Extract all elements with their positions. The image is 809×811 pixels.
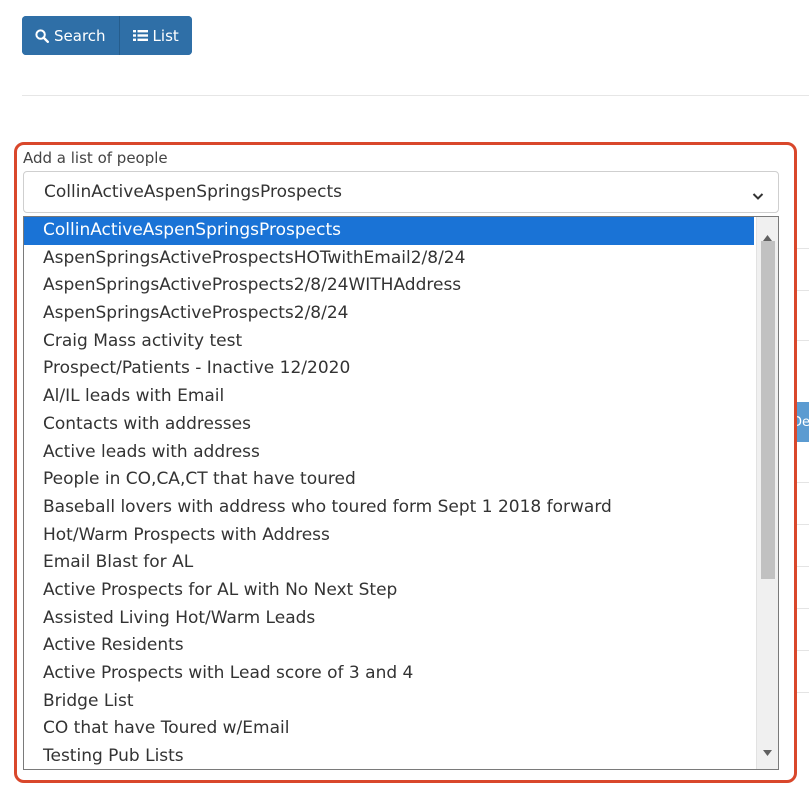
options-list: CollinActiveAspenSpringsProspects AspenSp… <box>24 217 778 769</box>
dropdown-option[interactable]: Email Blast for AL <box>24 549 754 577</box>
dropdown-option[interactable]: AspenSpringsActiveProspectsHOTwithEmail2… <box>24 245 754 273</box>
select-value: CollinActiveAspenSpringsProspects <box>44 182 342 202</box>
list-button[interactable]: List <box>118 16 192 55</box>
search-button-label: Search <box>54 26 106 45</box>
dropdown-option[interactable]: Active Residents <box>24 632 754 660</box>
chevron-down-icon <box>752 186 764 206</box>
search-button[interactable]: Search <box>22 16 119 55</box>
people-list-select[interactable]: CollinActiveAspenSpringsProspects <box>23 171 779 213</box>
list-button-label: List <box>152 26 179 45</box>
add-list-label: Add a list of people <box>23 149 168 167</box>
dropdown-option[interactable]: CollinActiveAspenSpringsProspects <box>24 217 754 245</box>
view-toggle-group: Search List <box>22 16 192 55</box>
dropdown-option[interactable]: Hot/Warm Prospects with Address <box>24 522 754 550</box>
dropdown-option[interactable]: AspenSpringsActiveProspects2/8/24WITHAdd… <box>24 272 754 300</box>
dropdown-option[interactable]: Active leads with address <box>24 439 754 467</box>
dropdown-option[interactable]: Baseball lovers with address who toured … <box>24 494 754 522</box>
dropdown-option[interactable]: Active Prospects for AL with No Next Ste… <box>24 577 754 605</box>
scroll-down-icon[interactable] <box>763 741 772 760</box>
dropdown-option[interactable]: Assisted Living Hot/Warm Leads <box>24 605 754 633</box>
scrollbar-thumb[interactable] <box>761 241 775 579</box>
dropdown-option[interactable]: People in CO,CA,CT that have toured <box>24 466 754 494</box>
dropdown-option[interactable]: Craig Mass activity test <box>24 328 754 356</box>
dropdown-option[interactable]: AspenSpringsActiveProspects2/8/24 <box>24 300 754 328</box>
search-icon <box>35 28 49 43</box>
dropdown-option[interactable]: Prospect/Patients - Inactive 12/2020 <box>24 355 754 383</box>
dropdown-option[interactable]: Testing Pub Lists <box>24 743 754 769</box>
dropdown-option[interactable]: Bridge List <box>24 688 754 716</box>
dropdown-option[interactable]: Al/IL leads with Email <box>24 383 754 411</box>
section-divider <box>22 95 809 96</box>
list-icon <box>132 29 148 42</box>
dropdown-option[interactable]: CO that have Toured w/Email <box>24 715 754 743</box>
dropdown-scrollbar[interactable] <box>756 217 778 769</box>
dropdown-option[interactable]: Contacts with addresses <box>24 411 754 439</box>
dropdown-option[interactable]: Active Prospects with Lead score of 3 an… <box>24 660 754 688</box>
people-list-dropdown: CollinActiveAspenSpringsProspects AspenSp… <box>23 216 779 770</box>
